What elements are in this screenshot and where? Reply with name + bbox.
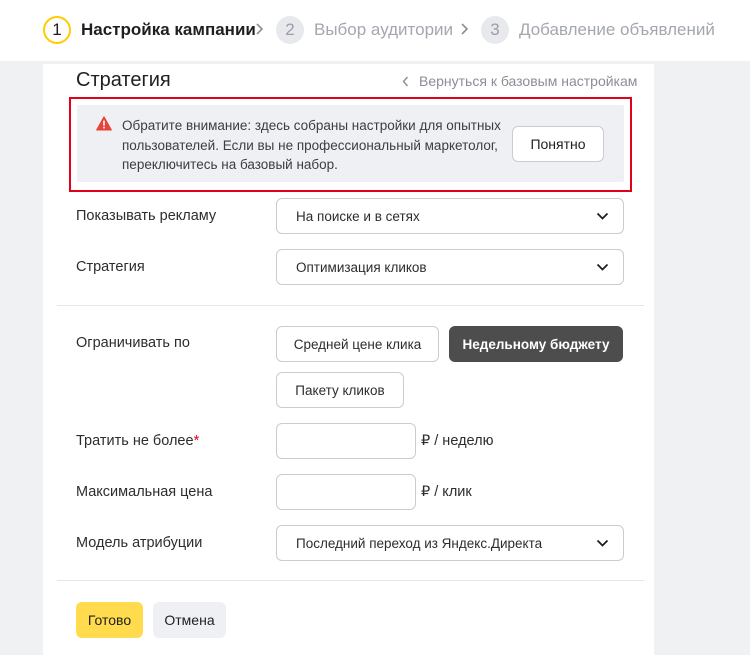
max-price-input[interactable]: [276, 474, 416, 510]
strategy-label: Стратегия: [76, 259, 145, 275]
campaign-stepper: 1 Настройка кампании 2 Выбор аудитории 3…: [0, 0, 750, 61]
show-ads-value: На поиске и в сетях: [296, 209, 420, 224]
step-number: 1: [43, 16, 71, 44]
step-label: Настройка кампании: [81, 20, 256, 39]
spend-limit-label: Тратить не более*: [76, 433, 199, 449]
limit-click-package-button[interactable]: Пакету кликов: [276, 372, 404, 408]
chevron-down-icon: [596, 539, 609, 547]
strategy-value: Оптимизация кликов: [296, 260, 427, 275]
limit-by-label: Ограничивать по: [76, 335, 190, 351]
step-number: 3: [481, 16, 509, 44]
chevron-down-icon: [596, 263, 609, 271]
required-mark: *: [193, 433, 200, 449]
back-link-label: Вернуться к базовым настройкам: [419, 73, 638, 89]
step-number: 2: [276, 16, 304, 44]
step-label: Выбор аудитории: [314, 20, 454, 39]
notice-text: Обратите внимание: здесь собраны настрой…: [122, 118, 501, 172]
done-button[interactable]: Готово: [76, 602, 143, 638]
got-it-button[interactable]: Понятно: [512, 126, 604, 162]
attribution-label: Модель атрибуции: [76, 535, 203, 551]
step-label: Добавление объявлений: [519, 20, 715, 39]
spend-limit-unit: ₽ / неделю: [421, 433, 494, 449]
max-price-unit: ₽ / клик: [421, 484, 472, 500]
chevron-right-icon: [461, 23, 469, 35]
page-title: Стратегия: [76, 69, 171, 91]
section-divider: [57, 305, 644, 306]
attribution-select[interactable]: Последний переход из Яндекс.Директа: [276, 525, 624, 561]
warning-icon: [96, 116, 112, 131]
chevron-left-icon: [402, 76, 409, 86]
spend-limit-label-text: Тратить не более: [76, 433, 194, 449]
show-ads-select[interactable]: На поиске и в сетях: [276, 198, 624, 234]
step-audience[interactable]: 2 Выбор аудитории: [276, 15, 453, 45]
step-ads[interactable]: 3 Добавление объявлений: [481, 15, 715, 45]
step-campaign-settings[interactable]: 1 Настройка кампании: [43, 15, 256, 45]
cancel-button[interactable]: Отмена: [153, 602, 226, 638]
section-divider: [57, 580, 644, 581]
max-price-label: Максимальная цена: [76, 484, 213, 500]
attribution-value: Последний переход из Яндекс.Директа: [296, 536, 543, 551]
limit-weekly-budget-button[interactable]: Недельному бюджету: [449, 326, 623, 362]
limit-avg-click-price-button[interactable]: Средней цене клика: [276, 326, 439, 362]
spend-limit-input[interactable]: [276, 423, 416, 459]
back-to-basic-link[interactable]: Вернуться к базовым настройкам: [402, 73, 637, 89]
chevron-right-icon: [256, 23, 264, 35]
show-ads-label: Показывать рекламу: [76, 208, 217, 224]
chevron-down-icon: [596, 212, 609, 220]
strategy-select[interactable]: Оптимизация кликов: [276, 249, 624, 285]
